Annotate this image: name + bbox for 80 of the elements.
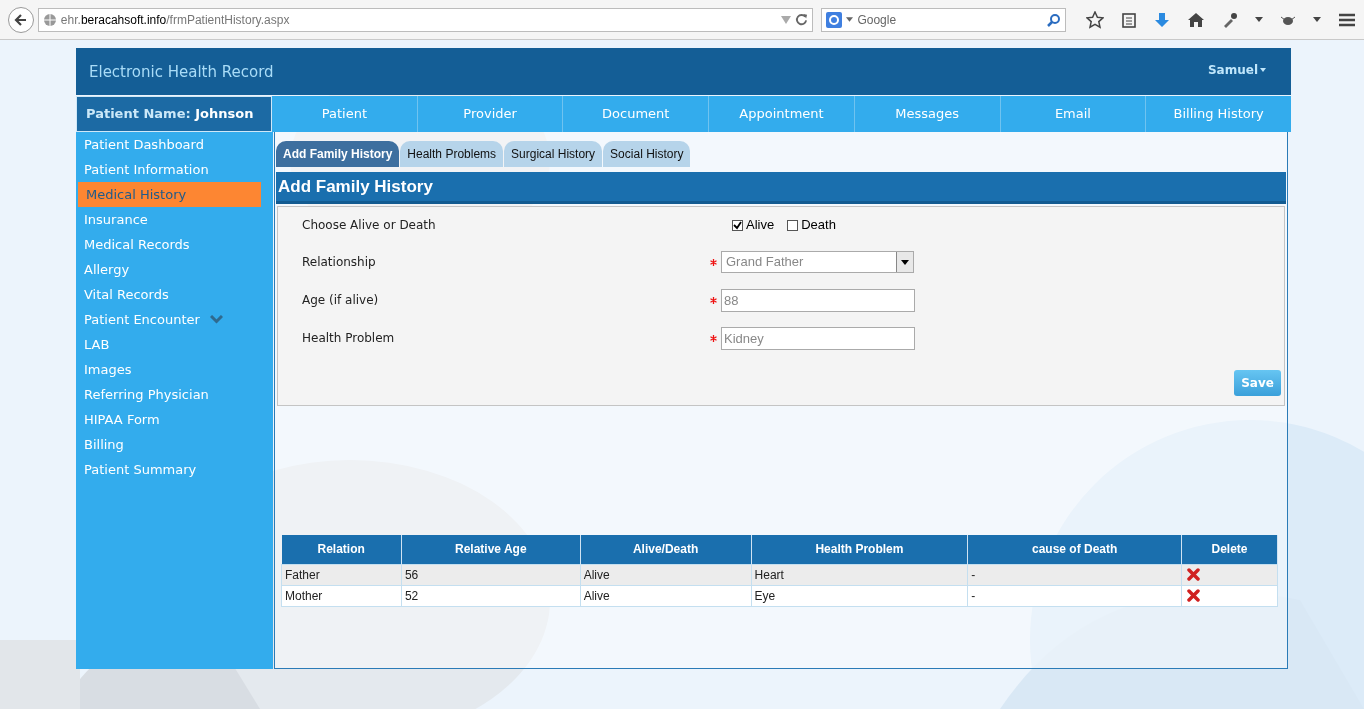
checkbox-label: Alive (746, 216, 775, 235)
download-icon[interactable] (1154, 11, 1170, 28)
sidebar-item[interactable]: Billing (76, 432, 273, 457)
search-icon[interactable] (1047, 12, 1061, 27)
star-icon[interactable] (1086, 10, 1104, 29)
column-header: Relative Age (401, 535, 581, 564)
input-field[interactable]: Kidney (721, 326, 915, 350)
field-label: Health Problem (301, 330, 396, 347)
table-cell: - (967, 564, 1182, 585)
back-arrow-icon (13, 12, 28, 27)
column-header: Alive/Death (580, 535, 752, 564)
table-cell: Alive (580, 585, 752, 606)
search-box[interactable]: Google (821, 7, 1066, 32)
column-header: Relation (281, 535, 402, 564)
reload-icon[interactable] (795, 13, 809, 26)
delete-icon[interactable] (1187, 589, 1201, 602)
column-header: Health Problem (751, 535, 968, 564)
sidebar-item[interactable]: HIPAA Form (76, 407, 273, 432)
dropdown-arrow-icon (901, 259, 909, 265)
back-button[interactable] (8, 6, 34, 33)
sidebar-item[interactable]: Patient Summary (76, 457, 273, 482)
sidebar-item[interactable]: Allergy (76, 257, 273, 282)
dropdown-arrow-icon[interactable] (1255, 17, 1263, 22)
menu-icon[interactable] (1338, 11, 1356, 28)
field-label: Choose Alive or Death (301, 217, 437, 234)
dropdown-arrow-icon[interactable] (846, 17, 854, 22)
sidebar-item[interactable]: Patient Dashboard (76, 132, 273, 157)
table-cell: 52 (401, 585, 581, 606)
nav-item[interactable]: Patient (272, 96, 418, 132)
sidebar-item[interactable]: Insurance (76, 207, 273, 232)
field-label: Relationship (301, 254, 377, 271)
checkbox[interactable] (732, 219, 743, 231)
dropdown-arrow-icon[interactable] (1313, 17, 1321, 22)
nav-item[interactable]: Provider (417, 96, 564, 132)
sidebar-item[interactable]: Medical Records (76, 232, 273, 257)
checkbox-label: Death (801, 216, 836, 235)
field-label: Age (if alive) (301, 292, 380, 309)
section-title: Add Family History (278, 175, 433, 198)
table-cell: Heart (751, 564, 968, 585)
table-cell: 56 (401, 564, 581, 585)
tab[interactable]: Health Problems (400, 141, 504, 167)
nav-item[interactable]: Billing History (1146, 96, 1292, 132)
table-cell: Father (281, 564, 402, 585)
table-cell: Alive (580, 564, 752, 585)
caret-icon (1260, 68, 1266, 72)
patient-name: Patient Name: Johnson (86, 105, 254, 124)
column-header: Delete (1181, 535, 1278, 564)
input-field[interactable]: 88 (721, 288, 915, 312)
sidebar-item[interactable]: Medical History (78, 182, 261, 207)
sidebar-item[interactable]: Patient Encounter (76, 307, 273, 332)
clipboard-icon[interactable] (1121, 11, 1137, 28)
tab[interactable]: Social History (603, 141, 691, 167)
app-title: Electronic Health Record (89, 62, 274, 83)
tab[interactable]: Surgical History (504, 141, 603, 167)
table-cell: Eye (751, 585, 968, 606)
globe-icon (42, 12, 57, 27)
column-header: cause of Death (967, 535, 1182, 564)
nav-item[interactable]: Document (563, 96, 710, 132)
nav-item[interactable]: Email (1000, 96, 1147, 132)
sidebar-item[interactable]: Vital Records (76, 282, 273, 307)
checkbox[interactable] (787, 219, 799, 231)
nav-item[interactable]: Appointment (709, 96, 855, 132)
delete-icon[interactable] (1187, 568, 1201, 581)
table-cell: Mother (281, 585, 402, 606)
url-text: ehr.beracahsoft.info/frmPatientHistory.aspx (60, 11, 290, 29)
sidebar-item[interactable]: Images (76, 357, 273, 382)
tab[interactable]: Add Family History (276, 141, 400, 167)
address-bar[interactable]: ehr.beracahsoft.info/frmPatientHistory.aspx (37, 7, 814, 32)
user-menu[interactable]: Samuel (1207, 61, 1266, 79)
sidebar-item[interactable]: Patient Information (76, 157, 273, 182)
nav-item[interactable]: Messages (854, 96, 1001, 132)
home-icon[interactable] (1187, 11, 1205, 28)
dropdown[interactable]: Grand Father (721, 251, 914, 273)
save-button[interactable]: Save (1234, 370, 1281, 396)
google-icon (826, 11, 843, 28)
eyedropper-icon[interactable] (1222, 11, 1238, 28)
sidebar-item[interactable]: LAB (76, 332, 273, 357)
sidebar-item[interactable]: Referring Physician (76, 382, 273, 407)
search-field[interactable]: Google (857, 10, 1043, 29)
table-cell: - (967, 585, 1182, 606)
